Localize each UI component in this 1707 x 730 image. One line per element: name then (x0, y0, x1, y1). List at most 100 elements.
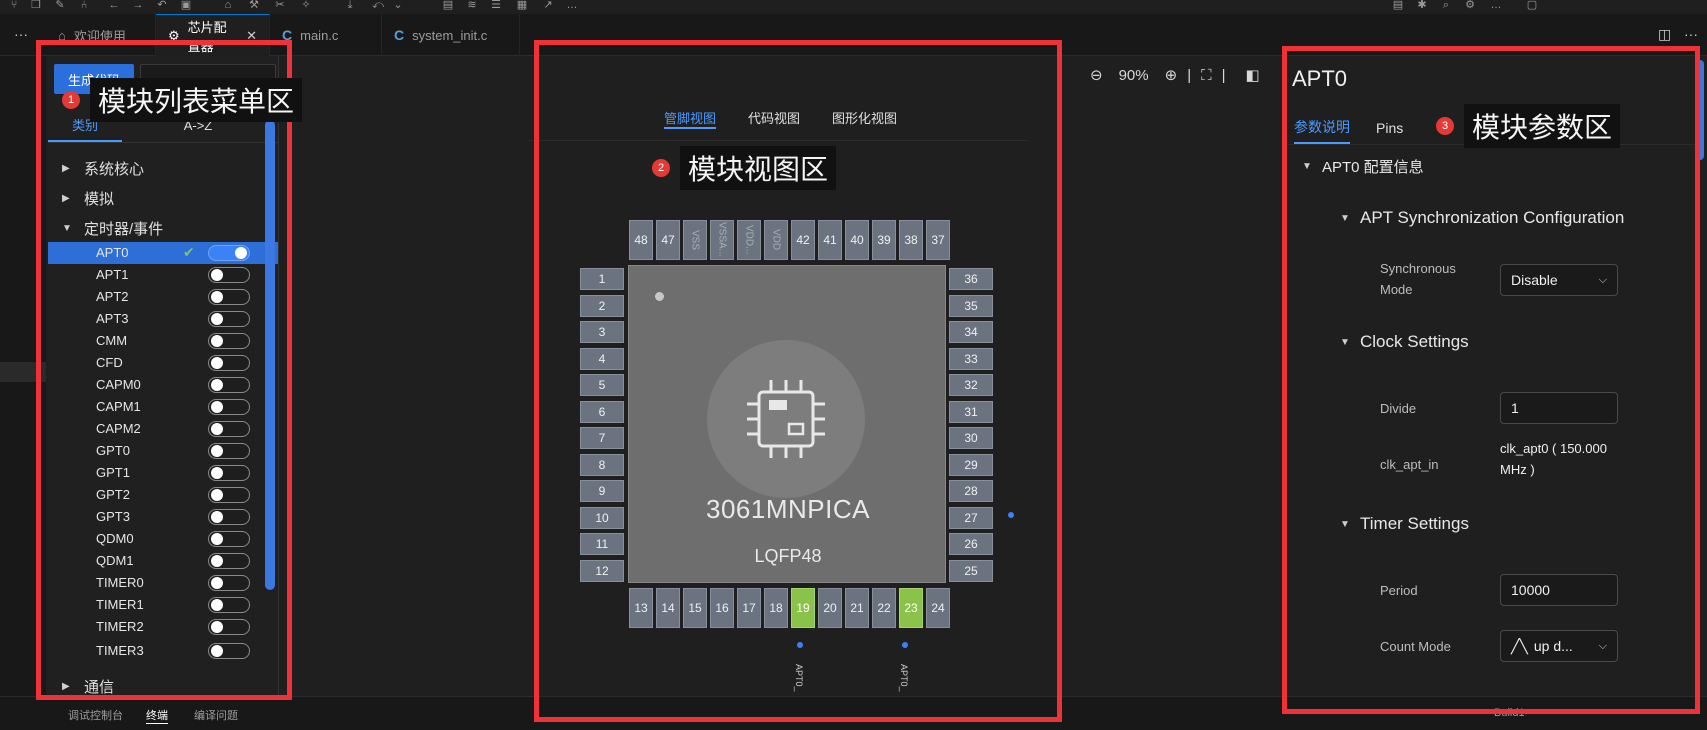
pin-vss[interactable]: VSS (683, 220, 707, 260)
category-system-core[interactable]: ▶ 系统核心 (62, 158, 144, 179)
document-icon[interactable]: ▤ (1392, 0, 1404, 11)
module-enable-toggle[interactable] (208, 399, 250, 415)
module-enable-toggle[interactable] (208, 355, 250, 371)
pin-25[interactable]: 25 (949, 559, 993, 582)
toggle-panel-icon[interactable]: ◧ (1246, 66, 1260, 84)
tab-pins[interactable]: Pins (1376, 112, 1403, 144)
pin-5[interactable]: 5 (580, 374, 624, 396)
image-icon[interactable]: ▤ (442, 0, 454, 11)
pin-32[interactable]: 32 (949, 374, 993, 396)
more-icon[interactable]: … (1490, 0, 1502, 11)
pin-28[interactable]: 28 (949, 480, 993, 502)
pin-7[interactable]: 7 (580, 427, 624, 449)
module-item-cmm[interactable]: CMM (48, 330, 278, 352)
stack-icon[interactable]: ☰ (490, 0, 502, 11)
module-item-cfd[interactable]: CFD (48, 352, 278, 374)
zoom-in-icon[interactable]: ⊕ (1165, 66, 1178, 84)
branch-icon[interactable]: ⤺ (372, 0, 384, 11)
fit-screen-icon[interactable]: ⛶ (1201, 67, 1212, 84)
count-mode-select[interactable]: ╱╲ up d... ⌵ (1500, 630, 1618, 662)
search-icon[interactable]: ⌕ (1440, 0, 1452, 11)
module-enable-toggle[interactable] (208, 421, 250, 437)
edit-icon[interactable]: ✎ (54, 0, 66, 11)
module-enable-toggle[interactable] (208, 553, 250, 569)
pin-31[interactable]: 31 (949, 400, 993, 423)
chevron-down-icon[interactable]: ⌄ (392, 0, 404, 11)
pin-33[interactable]: 33 (949, 347, 993, 370)
close-icon[interactable]: ✕ (246, 28, 257, 44)
pin-48[interactable]: 48 (629, 220, 653, 260)
section-timer-settings[interactable]: ▼ Timer Settings (1340, 514, 1469, 534)
tab-build-problems[interactable]: 编译问题 (194, 707, 238, 723)
module-item-timer0[interactable]: TIMER0 (48, 572, 278, 594)
module-enable-toggle[interactable] (208, 311, 250, 327)
undo-icon[interactable]: ↶ (156, 0, 168, 11)
module-enable-toggle[interactable] (208, 597, 250, 613)
pin-vdd[interactable]: VDD... (737, 220, 761, 260)
pin-20[interactable]: 20 (818, 588, 842, 628)
pin-vdd[interactable]: VDD (764, 220, 788, 260)
tab-welcome[interactable]: ⌂ 欢迎使用 (46, 14, 156, 56)
tab-main-c[interactable]: C main.c (270, 14, 382, 56)
pin-18[interactable]: 18 (764, 588, 788, 628)
hammer-icon[interactable]: ⚒ (248, 0, 260, 11)
module-item-gpt1[interactable]: GPT1 (48, 462, 278, 484)
section-clock-settings[interactable]: ▼ Clock Settings (1340, 332, 1469, 352)
module-enable-toggle[interactable] (208, 487, 250, 503)
pin-vssa[interactable]: VSSA... (710, 220, 734, 260)
panel-icon[interactable]: ▣ (180, 0, 192, 11)
pin-30[interactable]: 30 (949, 427, 993, 449)
pin-15[interactable]: 15 (683, 588, 707, 628)
module-item-capm2[interactable]: CAPM2 (48, 418, 278, 440)
pin-34[interactable]: 34 (949, 321, 993, 343)
pin-2[interactable]: 2 (580, 294, 624, 317)
module-item-timer3[interactable]: TIMER3 (48, 640, 278, 662)
module-enable-toggle[interactable] (208, 509, 250, 525)
tools-icon[interactable]: ✂ (274, 0, 286, 11)
pin-40[interactable]: 40 (845, 220, 869, 260)
pin-8[interactable]: 8 (580, 453, 624, 476)
module-enable-toggle[interactable] (208, 443, 250, 459)
sync-mode-select[interactable]: Disable ⌵ (1500, 264, 1618, 296)
pin-4[interactable]: 4 (580, 347, 624, 370)
pin-14[interactable]: 14 (656, 588, 680, 628)
section-sync-config[interactable]: ▼ APT Synchronization Configuration (1340, 208, 1624, 228)
bank-icon[interactable]: ⌂ (222, 0, 234, 11)
module-item-timer1[interactable]: TIMER1 (48, 594, 278, 616)
copy-icon[interactable]: ❐ (30, 0, 42, 11)
parameter-scrollbar[interactable] (1696, 60, 1704, 160)
pin-10[interactable]: 10 (580, 506, 624, 529)
module-item-qdm0[interactable]: QDM0 (48, 528, 278, 550)
module-item-gpt2[interactable]: GPT2 (48, 484, 278, 506)
module-enable-toggle[interactable] (208, 333, 250, 349)
tab-parameter-description[interactable]: 参数说明 (1294, 112, 1350, 144)
pin-6[interactable]: 6 (580, 400, 624, 423)
module-item-capm1[interactable]: CAPM1 (48, 396, 278, 418)
section-apt0-config[interactable]: ▼ APT0 配置信息 (1302, 156, 1424, 177)
module-enable-toggle[interactable] (208, 289, 250, 305)
activity-item[interactable] (0, 362, 46, 382)
module-item-apt3[interactable]: APT3 (48, 308, 278, 330)
settings-icon[interactable]: ⚙ (1464, 0, 1476, 11)
module-item-qdm1[interactable]: QDM1 (48, 550, 278, 572)
divide-input[interactable]: 1 (1500, 392, 1618, 424)
chip-tool-icon[interactable]: ▦ (516, 0, 528, 11)
module-enable-toggle[interactable] (208, 619, 250, 635)
build-terminal-label[interactable]: Build1 (1494, 707, 1525, 719)
module-enable-toggle[interactable] (208, 575, 250, 591)
more-actions-icon[interactable]: ··· (14, 26, 28, 42)
pin-41[interactable]: 41 (818, 220, 842, 260)
pin-1[interactable]: 1 (580, 268, 624, 290)
tab-graphical-view[interactable]: 图形化视图 (832, 108, 897, 127)
tab-system-init-c[interactable]: C system_init.c (382, 14, 520, 56)
module-item-capm0[interactable]: CAPM0 (48, 374, 278, 396)
download-icon[interactable]: ⤓ (344, 0, 356, 11)
more-actions-icon[interactable]: ··· (1684, 26, 1698, 42)
wand-icon[interactable]: ✧ (300, 0, 312, 11)
module-enable-toggle[interactable] (208, 267, 250, 283)
category-timer[interactable]: ▼ 定时器/事件 (62, 218, 163, 239)
pin-3[interactable]: 3 (580, 321, 624, 343)
module-enable-toggle[interactable] (208, 531, 250, 547)
module-item-apt0[interactable]: APT0 ✔ (48, 242, 278, 264)
module-item-apt2[interactable]: APT2 (48, 286, 278, 308)
